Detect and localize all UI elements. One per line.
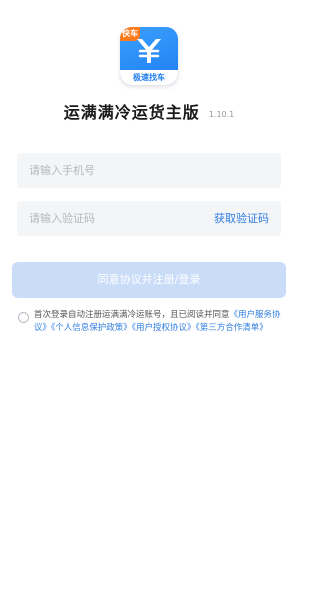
get-code-button[interactable]: 获取验证码 [214, 201, 269, 236]
agreement-text: 首次登录自动注册运满满冷运账号，且已阅读并同意《用户服务协议》《个人信息保护政策… [34, 309, 284, 335]
user-authorization-link[interactable]: 《用户授权协议》 [132, 323, 196, 333]
third-party-list-link[interactable]: 《第三方合作清单》 [196, 323, 268, 333]
verification-code-input[interactable] [17, 201, 197, 236]
privacy-policy-link[interactable]: 《个人信息保护政策》 [51, 323, 132, 333]
agreement-checkbox[interactable] [18, 312, 29, 323]
app-logo: 快车 极速找车 [120, 27, 178, 85]
agreement-section: 首次登录自动注册运满满冷运账号，且已阅读并同意《用户服务协议》《个人信息保护政策… [18, 309, 284, 335]
logo-y-icon [137, 39, 161, 63]
phone-field [17, 153, 281, 188]
code-field: 获取验证码 [17, 201, 281, 236]
phone-input[interactable] [17, 153, 281, 188]
app-logo-caption: 极速找车 [120, 70, 178, 85]
page-title: 运满满冷运货主版 [63, 103, 200, 122]
agree-login-button[interactable]: 同意协议并注册/登录 [12, 262, 286, 298]
agreement-statement: 首次登录自动注册运满满冷运账号，且已阅读并同意 [34, 310, 230, 320]
title-row: 运满满冷运货主版 1.10.1 [0, 99, 298, 123]
app-version: 1.10.1 [208, 110, 235, 119]
